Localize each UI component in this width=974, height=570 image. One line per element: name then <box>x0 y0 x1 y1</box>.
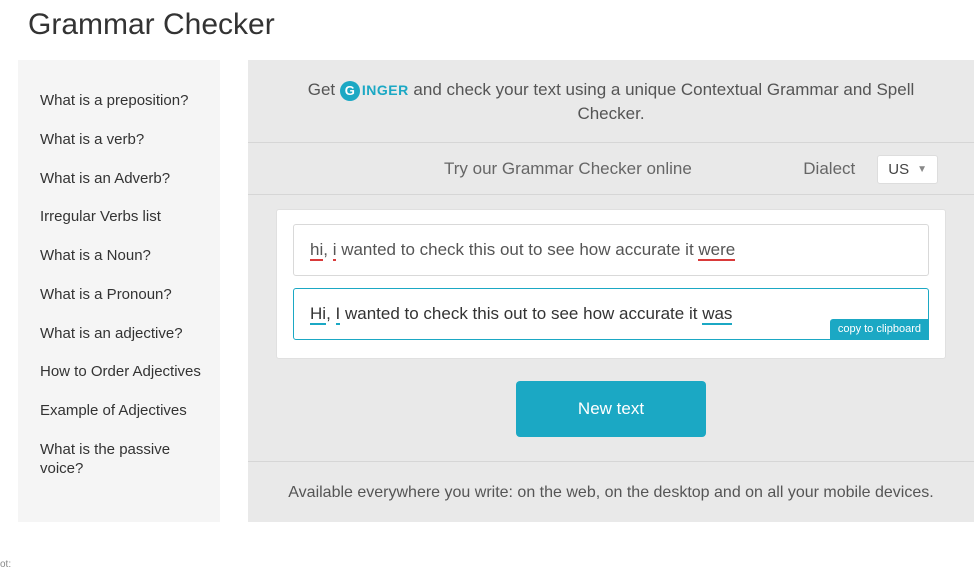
corner-tag: ot: <box>0 559 11 570</box>
input-word-were: were <box>698 240 735 261</box>
promo-prefix: Get <box>308 80 340 99</box>
input-word-hi: hi <box>310 240 323 261</box>
output-sep-1: , <box>326 304 335 323</box>
ginger-logo-icon: G <box>340 81 360 101</box>
input-text-box[interactable]: hi, i wanted to check this out to see ho… <box>293 224 929 276</box>
sidebar-item-irregular-verbs[interactable]: Irregular Verbs list <box>40 198 202 237</box>
output-middle: wanted to check this out to see how accu… <box>340 304 702 323</box>
try-text: Try our Grammar Checker online <box>444 159 692 179</box>
dialect-value: US <box>888 161 909 178</box>
chevron-down-icon: ▼ <box>917 164 927 175</box>
sidebar: What is a preposition? What is a verb? W… <box>18 60 220 522</box>
checker-card: hi, i wanted to check this out to see ho… <box>276 209 946 359</box>
sidebar-item-adverb[interactable]: What is an Adverb? <box>40 160 202 199</box>
page-title: Grammar Checker <box>0 0 974 42</box>
footer-note: Available everywhere you write: on the w… <box>248 461 974 522</box>
sidebar-item-verb[interactable]: What is a verb? <box>40 121 202 160</box>
new-text-button[interactable]: New text <box>516 381 706 437</box>
sidebar-item-noun[interactable]: What is a Noun? <box>40 237 202 276</box>
sidebar-item-preposition[interactable]: What is a preposition? <box>40 82 202 121</box>
input-middle: wanted to check this out to see how accu… <box>336 240 698 259</box>
ginger-logo-text: INGER <box>362 81 409 101</box>
promo-banner: Get GINGER and check your text using a u… <box>248 60 974 143</box>
input-sep-1: , <box>323 240 332 259</box>
copy-to-clipboard-button[interactable]: copy to clipboard <box>830 319 929 339</box>
ginger-logo[interactable]: GINGER <box>340 81 409 101</box>
dialect-select[interactable]: US ▼ <box>877 155 938 184</box>
main-panel: Get GINGER and check your text using a u… <box>248 60 974 522</box>
sidebar-item-example-adjectives[interactable]: Example of Adjectives <box>40 392 202 431</box>
sidebar-item-order-adjectives[interactable]: How to Order Adjectives <box>40 353 202 392</box>
sidebar-item-pronoun[interactable]: What is a Pronoun? <box>40 276 202 315</box>
sidebar-item-passive-voice[interactable]: What is the passive voice? <box>40 431 202 489</box>
try-row: Try our Grammar Checker online Dialect U… <box>248 143 974 195</box>
new-text-row: New text <box>248 359 974 461</box>
output-word-was: was <box>702 304 732 325</box>
output-word-hi: Hi <box>310 304 326 325</box>
promo-suffix: and check your text using a unique Conte… <box>413 80 914 123</box>
output-text-box[interactable]: Hi, I wanted to check this out to see ho… <box>293 288 929 340</box>
dialect-label: Dialect <box>803 159 855 179</box>
sidebar-item-adjective[interactable]: What is an adjective? <box>40 315 202 354</box>
